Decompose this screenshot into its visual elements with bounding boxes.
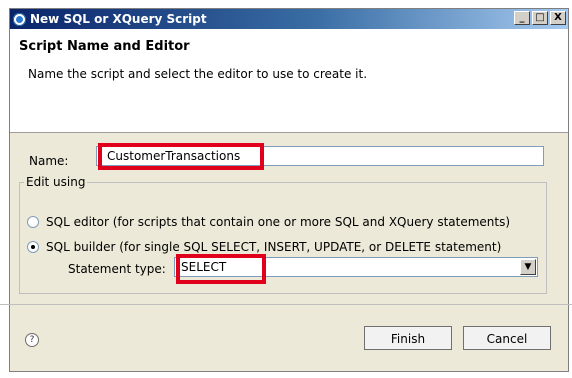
chevron-down-icon[interactable]: ▼ xyxy=(520,259,536,275)
window-title: New SQL or XQuery Script xyxy=(30,12,207,26)
header-panel: Script Name and Editor Name the script a… xyxy=(10,29,568,133)
page-title: Script Name and Editor xyxy=(19,39,190,54)
cancel-button[interactable]: Cancel xyxy=(463,326,551,350)
finish-button[interactable]: Finish xyxy=(364,326,452,350)
help-icon[interactable]: ? xyxy=(25,333,39,347)
window-controls: _ □ X xyxy=(514,11,566,25)
maximize-button[interactable]: □ xyxy=(532,11,548,25)
radio-button-sql-editor[interactable] xyxy=(27,216,39,228)
statement-type-label: Statement type: xyxy=(68,262,166,276)
edit-using-group xyxy=(19,182,547,294)
close-button[interactable]: X xyxy=(550,11,566,25)
radio-sql-builder[interactable]: SQL builder (for single SQL SELECT, INSE… xyxy=(27,240,501,254)
name-label: Name: xyxy=(29,154,69,168)
edit-using-label: Edit using xyxy=(24,175,88,189)
footer-divider xyxy=(0,304,572,305)
title-bar[interactable]: New SQL or XQuery Script _ □ X xyxy=(10,9,568,29)
sql-builder-option-label: SQL builder (for single SQL SELECT, INSE… xyxy=(46,240,502,254)
radio-button-sql-builder[interactable] xyxy=(27,241,39,253)
page-description: Name the script and select the editor to… xyxy=(28,67,368,81)
minimize-button[interactable]: _ xyxy=(514,11,530,25)
statement-type-value: SELECT xyxy=(181,260,227,274)
name-input[interactable] xyxy=(96,146,544,166)
sql-editor-option-label: SQL editor (for scripts that contain one… xyxy=(46,215,511,229)
app-icon xyxy=(13,12,26,26)
radio-sql-editor[interactable]: SQL editor (for scripts that contain one… xyxy=(27,215,510,229)
statement-type-select[interactable]: SELECT ▼ xyxy=(174,257,538,277)
